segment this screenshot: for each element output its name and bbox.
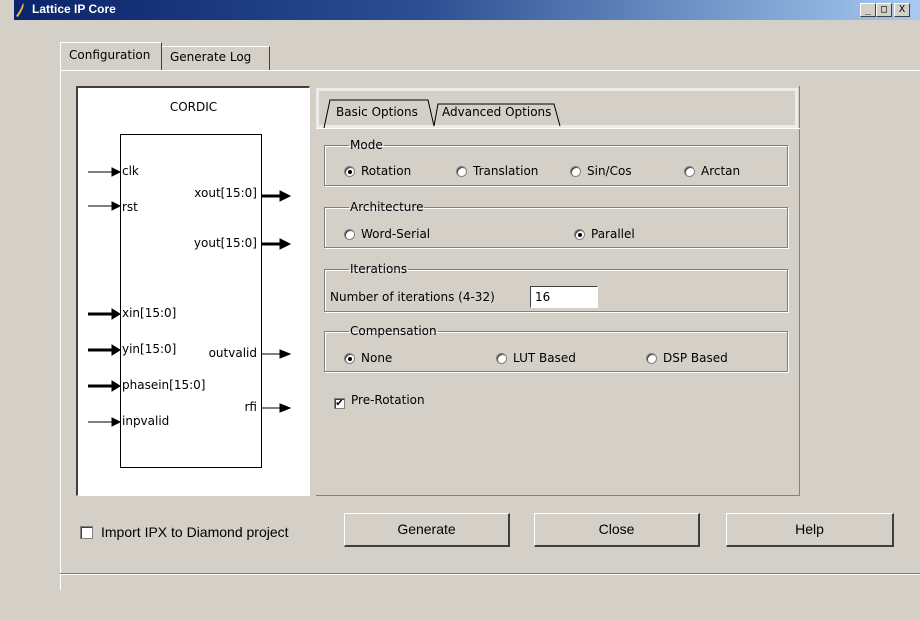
comp-lut-radio[interactable]: LUT Based: [496, 351, 576, 365]
pre-rotation-checkbox[interactable]: ✔ Pre-Rotation: [334, 393, 425, 409]
pin-phasein: phasein[15:0]: [122, 378, 206, 392]
xin-arrow: [111, 308, 121, 320]
mode-rotation-radio[interactable]: Rotation: [344, 164, 411, 178]
pin-inpvalid: inpvalid: [122, 414, 170, 428]
arch-word-serial-label: Word-Serial: [361, 227, 431, 241]
tab-divider: [316, 128, 800, 129]
mode-sincos-label: Sin/Cos: [587, 164, 632, 178]
radio-dot: [496, 353, 507, 364]
radio-dot: [574, 229, 585, 240]
iterations-legend: Iterations: [350, 262, 408, 276]
import-ipx-box: [80, 526, 93, 539]
rst-arrow: [111, 201, 122, 211]
arch-word-serial-radio[interactable]: Word-Serial: [344, 227, 430, 241]
tab-basic-options[interactable]: Basic Options: [330, 100, 430, 124]
comp-dsp-radio[interactable]: DSP Based: [646, 351, 728, 365]
compensation-legend: Compensation: [350, 324, 437, 338]
radio-dot: [684, 166, 695, 177]
pin-yin: yin[15:0]: [122, 342, 177, 356]
tab-advanced-options[interactable]: Advanced Options: [436, 100, 562, 124]
radio-dot: [456, 166, 467, 177]
pin-outvalid: outvalid: [208, 346, 257, 360]
comp-none-radio[interactable]: None: [344, 351, 392, 365]
inpvalid-arrow: [111, 417, 122, 427]
minimize-button[interactable]: _: [860, 3, 876, 17]
comp-lut-label: LUT Based: [513, 351, 576, 365]
close-button[interactable]: Close: [534, 513, 700, 547]
tab-generate-log-label: Generate Log: [170, 50, 252, 64]
outvalid-arrow: [279, 349, 292, 359]
rfi-arrow: [279, 403, 292, 413]
arch-parallel-radio[interactable]: Parallel: [574, 227, 635, 241]
import-ipx-label: Import IPX to Diamond project: [101, 524, 289, 540]
mode-group: Mode: [324, 138, 788, 186]
pin-rst: rst: [122, 200, 138, 214]
yin-arrow: [111, 344, 121, 356]
radio-dot: [646, 353, 657, 364]
xout-arrow: [279, 190, 292, 202]
mode-translation-radio[interactable]: Translation: [456, 164, 538, 178]
tab-configuration-label: Configuration: [69, 48, 151, 62]
arch-parallel-label: Parallel: [591, 227, 635, 241]
title-bar: Lattice IP Core _ □ X: [14, 0, 920, 20]
pin-yout: yout[15:0]: [193, 236, 257, 250]
close-window-button[interactable]: X: [894, 3, 910, 17]
window-title: Lattice IP Core: [32, 2, 116, 16]
help-button[interactable]: Help: [726, 513, 894, 547]
tab-configuration[interactable]: Configuration: [60, 42, 162, 70]
cordic-block-diagram: CORDIC clk rst xin[15:0] yin[15:0] phase…: [76, 86, 310, 496]
iterations-input[interactable]: 16: [530, 286, 598, 308]
pin-xout: xout[15:0]: [194, 186, 257, 200]
pin-arrows: [88, 167, 292, 427]
mode-rotation-label: Rotation: [361, 164, 412, 178]
yout-arrow: [279, 238, 292, 250]
bottom-separator: [60, 573, 920, 575]
generate-button[interactable]: Generate: [344, 513, 510, 547]
pin-rfi: rfi: [244, 400, 258, 414]
mode-translation-label: Translation: [473, 164, 539, 178]
lattice-app-icon: [16, 3, 24, 17]
comp-none-label: None: [361, 351, 393, 365]
import-ipx-checkbox[interactable]: Import IPX to Diamond project: [80, 524, 289, 540]
phasein-arrow: [111, 380, 121, 392]
tab-generate-log[interactable]: Generate Log: [162, 46, 270, 70]
tab-basic-options-label: Basic Options: [336, 105, 418, 119]
mode-arctan-radio[interactable]: Arctan: [684, 164, 740, 178]
mode-legend: Mode: [350, 138, 383, 152]
architecture-legend: Architecture: [350, 200, 424, 214]
radio-dot: [344, 353, 355, 364]
radio-dot: [570, 166, 581, 177]
radio-dot: [344, 229, 355, 240]
mode-arctan-label: Arctan: [701, 164, 741, 178]
radio-dot: [344, 166, 355, 177]
pin-clk: clk: [122, 164, 139, 178]
tab-advanced-options-label: Advanced Options: [442, 105, 552, 119]
mode-sincos-radio[interactable]: Sin/Cos: [570, 164, 632, 178]
clk-arrow: [111, 167, 122, 177]
maximize-button[interactable]: □: [876, 3, 892, 17]
pin-xin: xin[15:0]: [122, 306, 177, 320]
check-mark-icon: ✔: [334, 398, 345, 409]
iterations-label: Number of iterations (4-32): [330, 290, 495, 304]
comp-dsp-label: DSP Based: [663, 351, 728, 365]
pre-rotation-label: Pre-Rotation: [351, 393, 425, 407]
